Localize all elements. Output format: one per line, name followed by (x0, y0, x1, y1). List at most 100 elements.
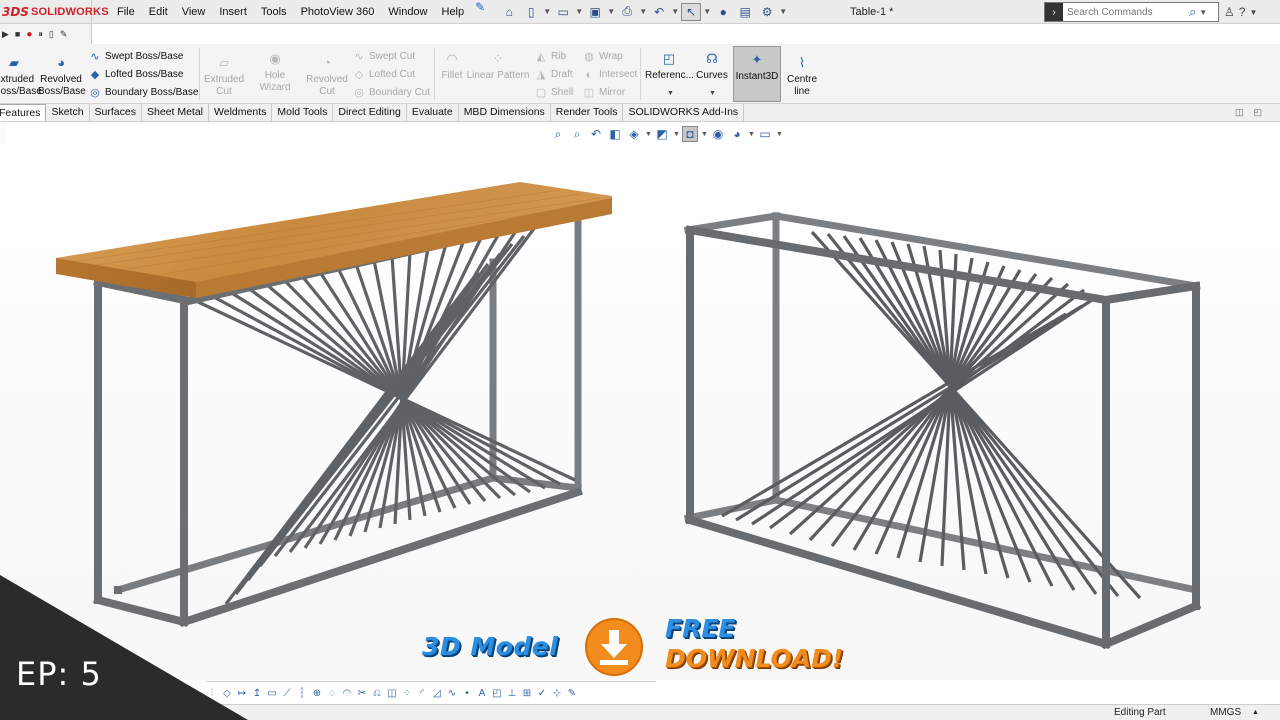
line-icon[interactable]: ⟋ (281, 688, 293, 699)
extruded-cut-button[interactable]: ▱ Extruded Cut (202, 54, 246, 98)
options-gear-icon[interactable]: ⚙ (757, 3, 777, 21)
tab-sketch[interactable]: Sketch (46, 104, 90, 121)
edit-appearance-icon[interactable]: ◕ (729, 127, 745, 141)
convert-entities-icon[interactable]: ◰ (491, 688, 503, 699)
new-document-icon[interactable]: ▯ (521, 3, 541, 21)
fillet-sketch-icon[interactable]: ◜ (416, 688, 428, 699)
menu-view[interactable]: View (175, 0, 213, 24)
save-icon[interactable]: ▣ (585, 3, 605, 21)
search-icon[interactable]: ⌕ (1189, 4, 1196, 20)
offset-icon[interactable]: ⎌ (371, 688, 383, 699)
graphics-viewport[interactable] (0, 144, 1280, 680)
help-icon[interactable]: ? (1239, 5, 1246, 19)
restore-icon[interactable]: ◫ (1235, 104, 1244, 121)
chevron-down-icon[interactable]: ▼ (779, 3, 787, 21)
vertical-dimension-icon[interactable]: ↥ (251, 688, 263, 699)
pattern-icon[interactable]: ⁘ (401, 688, 413, 699)
record-icon[interactable]: ● (26, 29, 32, 40)
chevron-down-icon[interactable]: ▼ (703, 3, 711, 21)
menu-insert[interactable]: Insert (212, 0, 254, 24)
hole-wizard-button[interactable]: ◉ Hole Wizard (248, 50, 302, 94)
text-icon[interactable]: A (476, 688, 488, 699)
menu-window[interactable]: Window (381, 0, 434, 24)
centre-line-button[interactable]: ⌇ Centre line (784, 54, 820, 98)
view-settings-icon[interactable]: ▭ (757, 127, 773, 141)
chevron-down-icon[interactable]: ▼ (776, 131, 783, 138)
tab-mbd-dimensions[interactable]: MBD Dimensions (459, 104, 551, 121)
centerline-icon[interactable]: ┆ (296, 688, 308, 699)
view-orientation-icon[interactable]: ◩ (654, 127, 670, 141)
chevron-down-icon[interactable]: ▼ (607, 3, 615, 21)
shell-button[interactable]: ▢ Shell (534, 84, 573, 101)
print-icon[interactable]: ⎙ (617, 3, 637, 21)
midpoint-icon[interactable]: ⊕ (311, 688, 323, 699)
traffic-light-icon[interactable]: ● (713, 3, 733, 21)
zoom-to-area-icon[interactable]: ⌕ (569, 127, 585, 142)
home-icon[interactable]: ⌂ (499, 3, 519, 21)
repair-sketch-icon[interactable]: ✓ (536, 688, 548, 699)
pin-icon[interactable]: ✎ (475, 0, 485, 24)
arc-icon[interactable]: ◠ (341, 688, 353, 699)
coincident-icon[interactable]: ◌ (326, 688, 338, 699)
boundary-boss-button[interactable]: ◎ Boundary Boss/Base (88, 84, 198, 101)
menu-file[interactable]: File (110, 0, 142, 24)
stop-icon[interactable]: ■ (15, 29, 20, 39)
spline-icon[interactable]: ∿ (446, 688, 458, 699)
draft-button[interactable]: ◮ Draft (534, 66, 573, 83)
lofted-cut-button[interactable]: ◇ Lofted Cut (352, 66, 415, 83)
zoom-to-fit-icon[interactable]: ⌕ (550, 127, 566, 142)
chevron-down-icon[interactable]: ▼ (709, 90, 716, 97)
menu-photoview[interactable]: PhotoView 360 (294, 0, 382, 24)
revolved-cut-button[interactable]: ◔ Revolved Cut (305, 54, 349, 98)
rectangle-icon[interactable]: ▭ (266, 688, 278, 699)
lofted-boss-button[interactable]: ◆ Lofted Boss/Base (88, 66, 184, 83)
quick-snaps-icon[interactable]: ⊹ (551, 688, 563, 699)
chevron-down-icon[interactable]: ▼ (543, 3, 551, 21)
rib-button[interactable]: ◭ Rib (534, 48, 566, 65)
extruded-boss-button[interactable]: ▰ Extruded Boss/Base (0, 54, 42, 98)
tab-sheet-metal[interactable]: Sheet Metal (142, 104, 210, 121)
trim-icon[interactable]: ✂ (356, 688, 368, 699)
chevron-down-icon[interactable]: ▼ (671, 3, 679, 21)
chevron-down-icon[interactable]: ▼ (1199, 8, 1207, 17)
previous-view-icon[interactable]: ↶ (588, 127, 604, 141)
tab-surfaces[interactable]: Surfaces (90, 104, 142, 121)
boundary-cut-button[interactable]: ◎ Boundary Cut (352, 84, 430, 101)
swept-boss-button[interactable]: ∿ Swept Boss/Base (88, 48, 183, 65)
swept-cut-button[interactable]: ∿ Swept Cut (352, 48, 415, 65)
curves-button[interactable]: ☊ Curves (695, 50, 729, 82)
tab-evaluate[interactable]: Evaluate (407, 104, 459, 121)
relation-icon[interactable]: ⊥ (506, 688, 518, 699)
play-icon[interactable]: ▶ (2, 29, 9, 40)
mirror-button[interactable]: ◫ Mirror (582, 84, 625, 101)
new-macro-icon[interactable]: ▯ (49, 29, 54, 40)
chamfer-sketch-icon[interactable]: ◿ (431, 688, 443, 699)
horizontal-dimension-icon[interactable]: ↦ (236, 688, 248, 699)
chevron-down-icon[interactable]: ▼ (645, 131, 652, 138)
tab-render-tools[interactable]: Render Tools (551, 104, 624, 121)
chevron-down-icon[interactable]: ▼ (673, 131, 680, 138)
revolved-boss-button[interactable]: ◕ Revolved Boss/Base (38, 54, 86, 98)
chevron-down-icon[interactable]: ▼ (748, 131, 755, 138)
search-input[interactable] (1063, 6, 1183, 18)
search-commands[interactable]: › ⌕ ▼ (1044, 2, 1219, 22)
linear-pattern-button[interactable]: ⁘ Linear Pattern (466, 50, 530, 82)
smart-dimension-icon[interactable]: ◇ (221, 688, 233, 699)
chevron-down-icon[interactable]: ▼ (1249, 8, 1257, 17)
display-relations-icon[interactable]: ⊞ (521, 688, 533, 699)
wrap-button[interactable]: ◍ Wrap (582, 48, 623, 65)
chevron-down-icon[interactable]: ▼ (575, 3, 583, 21)
menu-tools[interactable]: Tools (254, 0, 294, 24)
chevron-up-icon[interactable]: ▲ (1252, 705, 1259, 720)
mirror-entities-icon[interactable]: ◫ (386, 688, 398, 699)
status-units[interactable]: MMGS (1210, 705, 1241, 720)
select-cursor-icon[interactable]: ↖ (681, 2, 702, 21)
undo-icon[interactable]: ↶ (649, 3, 669, 21)
point-icon[interactable]: • (461, 688, 473, 699)
intersect-button[interactable]: ◐ Intersect (582, 66, 638, 83)
tab-weldments[interactable]: Weldments (209, 104, 273, 121)
chevron-down-icon[interactable]: ▼ (667, 90, 674, 97)
tab-mold-tools[interactable]: Mold Tools (272, 104, 334, 121)
edit-macro-icon[interactable]: ✎ (60, 29, 68, 40)
tab-direct-editing[interactable]: Direct Editing (333, 104, 407, 121)
